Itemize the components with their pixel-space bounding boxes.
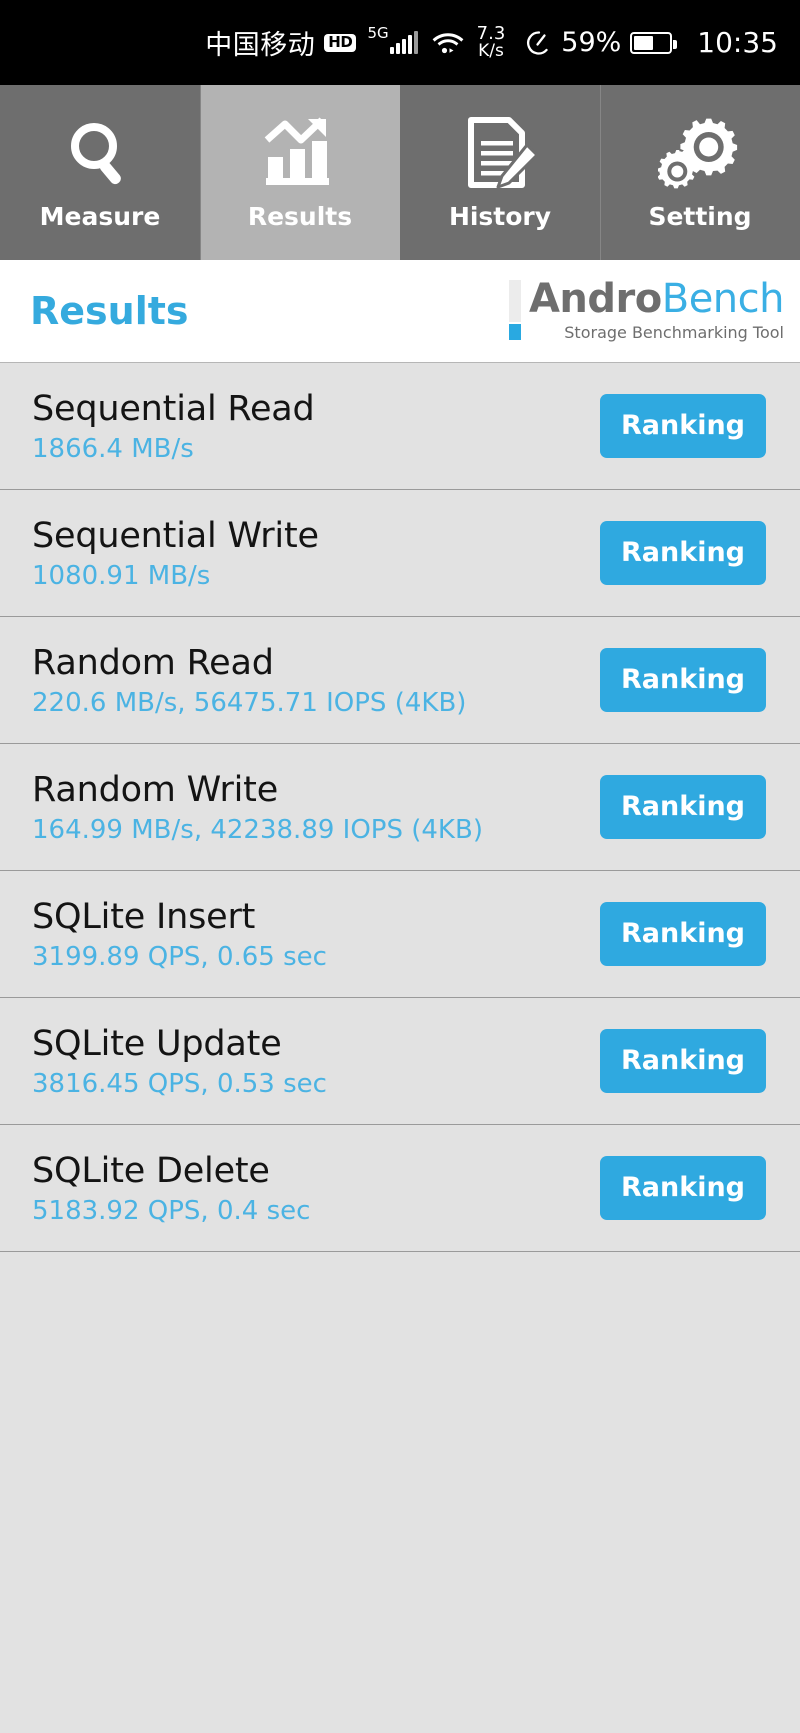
logo-text-block: AndroBench Storage Benchmarking Tool bbox=[529, 279, 785, 343]
signal-strength-bars bbox=[389, 30, 418, 54]
table-row[interactable]: Random Write 164.99 MB/s, 42238.89 IOPS … bbox=[0, 744, 800, 871]
magnifier-icon bbox=[61, 114, 139, 194]
page-title: Results bbox=[30, 289, 189, 333]
benchmark-name: Random Read bbox=[32, 642, 274, 683]
ranking-button[interactable]: Ranking bbox=[600, 1156, 766, 1220]
benchmark-name: Sequential Read bbox=[32, 388, 315, 429]
logo-tagline: Storage Benchmarking Tool bbox=[564, 323, 784, 343]
battery-percent-label: 59% bbox=[561, 27, 622, 58]
benchmark-value: 3199.89 QPS, 0.65 sec bbox=[32, 941, 327, 972]
benchmark-name: Random Write bbox=[32, 769, 279, 810]
ranking-button[interactable]: Ranking bbox=[600, 902, 766, 966]
benchmark-value: 1866.4 MB/s bbox=[32, 433, 194, 464]
empty-list-area bbox=[0, 1252, 800, 1733]
gears-icon bbox=[658, 114, 742, 194]
tab-measure-label: Measure bbox=[39, 202, 161, 231]
table-row[interactable]: SQLite Insert 3199.89 QPS, 0.65 sec Rank… bbox=[0, 871, 800, 998]
carrier-name: 中国移动 bbox=[205, 30, 316, 61]
benchmark-value: 220.6 MB/s, 56475.71 IOPS (4KB) bbox=[32, 687, 467, 718]
tab-results-label: Results bbox=[247, 202, 353, 231]
row-text-group: Sequential Write 1080.91 MB/s bbox=[32, 516, 600, 591]
row-text-group: Random Read 220.6 MB/s, 56475.71 IOPS (4… bbox=[32, 643, 600, 718]
hd-icon: HD bbox=[324, 33, 357, 52]
wifi-icon bbox=[432, 31, 464, 55]
data-saver-icon bbox=[526, 30, 552, 56]
ranking-button[interactable]: Ranking bbox=[600, 1029, 766, 1093]
logo-wordmark: AndroBench bbox=[529, 279, 785, 319]
ranking-button[interactable]: Ranking bbox=[600, 648, 766, 712]
row-text-group: SQLite Update 3816.45 QPS, 0.53 sec bbox=[32, 1024, 600, 1099]
tab-history-label: History bbox=[448, 202, 552, 231]
benchmark-value: 164.99 MB/s, 42238.89 IOPS (4KB) bbox=[32, 814, 483, 845]
network-speed-indicator: 7.3 K/s bbox=[477, 24, 506, 62]
page-header: Results AndroBench Storage Benchmarking … bbox=[0, 260, 800, 363]
row-text-group: Sequential Read 1866.4 MB/s bbox=[32, 389, 600, 464]
benchmark-name: Sequential Write bbox=[32, 515, 319, 556]
status-left-group: 中国移动 HD 5G 7.3 K/s 59% 10:35 bbox=[205, 23, 778, 62]
results-list: Sequential Read 1866.4 MB/s Ranking Sequ… bbox=[0, 363, 800, 1252]
tab-history[interactable]: History bbox=[400, 85, 600, 260]
benchmark-value: 1080.91 MB/s bbox=[32, 560, 211, 591]
table-row[interactable]: Sequential Read 1866.4 MB/s Ranking bbox=[0, 363, 800, 490]
logo-accent-bar bbox=[508, 279, 521, 340]
logo-andro-part: Andro bbox=[528, 275, 662, 322]
benchmark-name: SQLite Insert bbox=[32, 896, 256, 937]
ranking-button[interactable]: Ranking bbox=[600, 775, 766, 839]
tab-setting[interactable]: Setting bbox=[600, 85, 800, 260]
clock-label: 10:35 bbox=[697, 26, 778, 59]
table-row[interactable]: Sequential Write 1080.91 MB/s Ranking bbox=[0, 490, 800, 617]
tab-measure[interactable]: Measure bbox=[0, 85, 200, 260]
status-bar: 中国移动 HD 5G 7.3 K/s 59% 10:35 bbox=[0, 0, 800, 85]
benchmark-name: SQLite Update bbox=[32, 1023, 282, 1064]
ranking-button[interactable]: Ranking bbox=[600, 394, 766, 458]
app-root: 中国移动 HD 5G 7.3 K/s 59% 10:35 Measure Res… bbox=[0, 0, 800, 1733]
signal-bars-icon: 5G bbox=[367, 25, 418, 54]
battery-icon bbox=[630, 31, 678, 54]
table-row[interactable]: SQLite Update 3816.45 QPS, 0.53 sec Rank… bbox=[0, 998, 800, 1125]
row-text-group: SQLite Delete 5183.92 QPS, 0.4 sec bbox=[32, 1151, 600, 1226]
tab-results[interactable]: Results bbox=[200, 85, 400, 260]
benchmark-value: 5183.92 QPS, 0.4 sec bbox=[32, 1195, 311, 1226]
tab-setting-label: Setting bbox=[648, 202, 752, 231]
row-text-group: Random Write 164.99 MB/s, 42238.89 IOPS … bbox=[32, 770, 600, 845]
logo-bench-part: Bench bbox=[661, 275, 785, 322]
network-speed-unit: K/s bbox=[478, 41, 504, 62]
table-row[interactable]: Random Read 220.6 MB/s, 56475.71 IOPS (4… bbox=[0, 617, 800, 744]
network-type-label: 5G bbox=[367, 23, 389, 42]
bar-chart-icon bbox=[260, 114, 340, 194]
benchmark-value: 3816.45 QPS, 0.53 sec bbox=[32, 1068, 327, 1099]
benchmark-name: SQLite Delete bbox=[32, 1150, 270, 1191]
table-row[interactable]: SQLite Delete 5183.92 QPS, 0.4 sec Ranki… bbox=[0, 1125, 800, 1252]
row-text-group: SQLite Insert 3199.89 QPS, 0.65 sec bbox=[32, 897, 600, 972]
tab-bar: Measure Results History Setting bbox=[0, 85, 800, 260]
ranking-button[interactable]: Ranking bbox=[600, 521, 766, 585]
document-pencil-icon bbox=[461, 114, 539, 194]
androbench-logo: AndroBench Storage Benchmarking Tool bbox=[508, 279, 785, 343]
